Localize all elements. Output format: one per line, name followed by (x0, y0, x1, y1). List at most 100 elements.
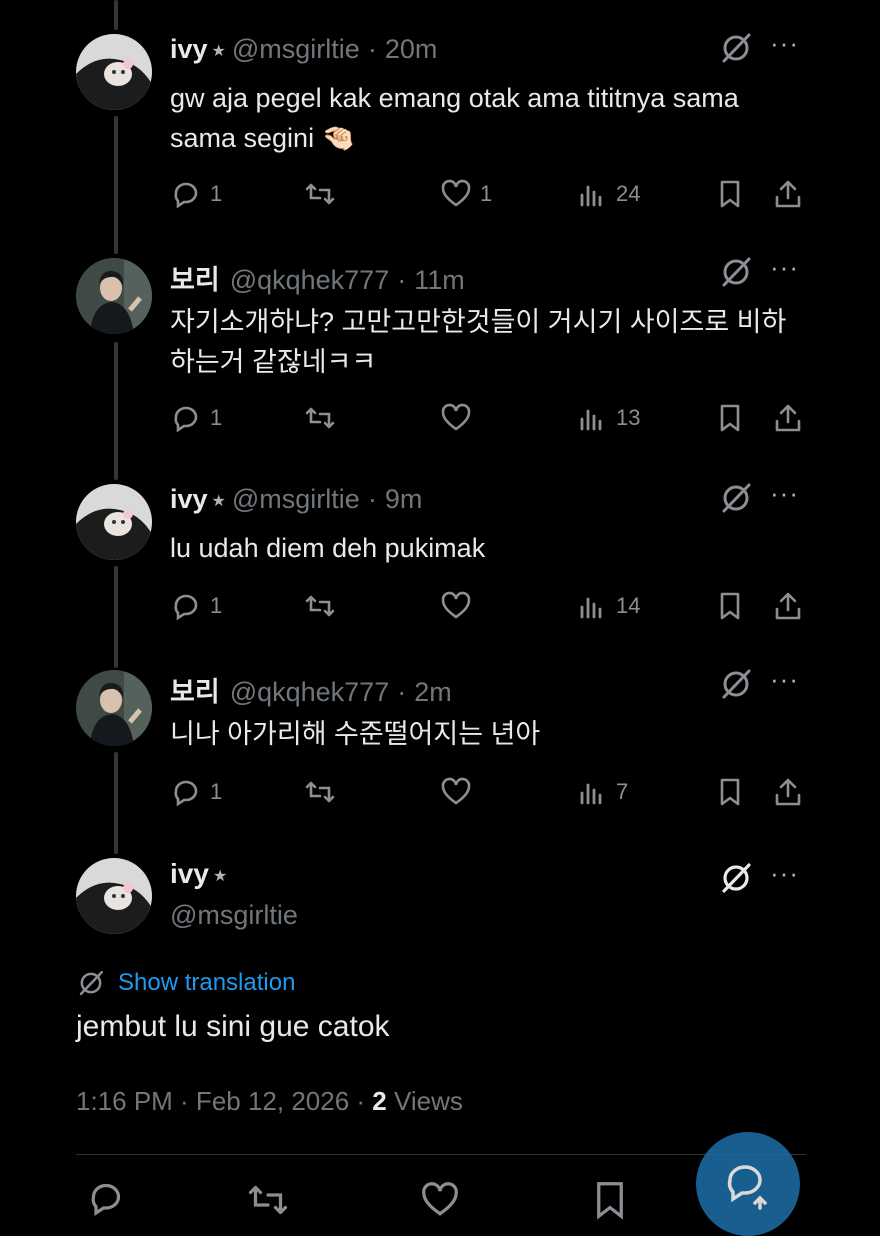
avatar[interactable] (76, 258, 152, 334)
bookmark-button[interactable] (714, 402, 746, 434)
more-icon[interactable]: ··· (770, 664, 799, 695)
retweet-icon[interactable] (248, 1180, 288, 1220)
retweet-button[interactable] (304, 590, 336, 622)
views-button[interactable]: 14 (576, 590, 640, 622)
like-button[interactable] (440, 776, 480, 808)
bookmark-icon (720, 404, 740, 432)
avatar-bori-image (76, 670, 152, 746)
star-badge-icon: ★ (212, 868, 228, 885)
author-name[interactable]: 보리 (170, 265, 220, 295)
retweet-icon (305, 781, 335, 803)
tweet-header: ivy ★ @msgirltie · 9m (170, 484, 422, 515)
bookmark-button[interactable] (714, 776, 746, 808)
retweet-button[interactable] (304, 178, 336, 210)
like-icon[interactable] (420, 1180, 460, 1220)
tweet-time[interactable]: 11m (414, 265, 465, 295)
tweet-time[interactable]: 9m (385, 484, 423, 514)
reply-count: 1 (210, 181, 223, 206)
share-icon (775, 180, 801, 208)
grok-icon[interactable] (718, 666, 754, 702)
views-label: Views (386, 1086, 463, 1116)
main-author-handle[interactable]: @msgirltie (170, 900, 298, 931)
views-button[interactable]: 13 (576, 402, 640, 434)
share-button[interactable] (772, 590, 804, 622)
separator-dot: · (367, 34, 377, 64)
reply-tweet[interactable]: 보리 @qkqhek777 · 11m ··· 자기소개하냐? 고만고만한것들이 거시기 … (0, 252, 880, 458)
show-translation-link[interactable]: Show translation (76, 968, 295, 998)
more-icon[interactable]: ··· (770, 28, 799, 59)
like-button[interactable] (440, 402, 480, 434)
divider (76, 1154, 806, 1155)
main-author-name[interactable]: ivy ★ (170, 858, 233, 890)
author-handle[interactable]: @qkqhek777 (230, 677, 390, 707)
like-button[interactable] (440, 590, 480, 622)
separator-dot: · (367, 484, 377, 514)
like-icon (441, 777, 471, 805)
grok-icon (79, 970, 104, 996)
views-count: 7 (616, 779, 629, 804)
bookmark-icon (720, 180, 740, 208)
thread-line-top (114, 0, 118, 30)
reply-button[interactable]: 1 (170, 590, 222, 622)
separator-dot: · (397, 265, 407, 295)
views-icon (580, 597, 602, 619)
views-icon (580, 409, 602, 431)
avatar[interactable] (76, 34, 152, 110)
bookmark-button[interactable] (714, 178, 746, 210)
share-button[interactable] (772, 402, 804, 434)
grok-icon[interactable] (718, 480, 754, 516)
views-button[interactable]: 24 (576, 178, 640, 210)
author-handle[interactable]: @msgirltie (232, 484, 360, 514)
tweet-actions: 1 1 24 (0, 178, 880, 218)
bookmark-icon (720, 592, 740, 620)
separator-dot: · (397, 677, 407, 707)
tweet-actions: 1 13 (0, 402, 880, 442)
grok-icon[interactable] (718, 860, 754, 896)
views-count: 24 (616, 181, 641, 206)
bookmark-icon[interactable] (590, 1180, 630, 1220)
reply-tweet[interactable]: 보리 @qkqhek777 · 2m ··· 니나 아가리해 수준떨어지는 년아 1 7 (0, 664, 880, 870)
reply-button[interactable]: 1 (170, 402, 222, 434)
share-icon (775, 592, 801, 620)
grok-icon[interactable] (718, 30, 754, 66)
tweet-time[interactable]: 20m (385, 34, 438, 64)
tweet-actions: 17 (0, 776, 880, 816)
compose-reply-icon (727, 1165, 767, 1210)
bookmark-button[interactable] (714, 590, 746, 622)
compose-reply-button[interactable] (696, 1132, 800, 1236)
reply-icon (174, 594, 198, 621)
share-button[interactable] (772, 178, 804, 210)
like-button[interactable]: 1 (440, 178, 492, 210)
reply-button[interactable]: 1 (170, 178, 222, 210)
author-name[interactable]: 보리 (170, 677, 220, 707)
like-icon (441, 179, 471, 207)
more-icon[interactable]: ··· (770, 478, 799, 509)
show-translation-label: Show translation (118, 969, 296, 996)
retweet-button[interactable] (304, 776, 336, 808)
avatar[interactable] (76, 670, 152, 746)
author-handle[interactable]: @qkqhek777 (230, 265, 390, 295)
tweet-time[interactable]: 2m (414, 677, 452, 707)
views-count: 14 (616, 593, 641, 618)
reply-count: 1 (210, 405, 223, 430)
tweet-text: 자기소개하냐? 고만고만한것들이 거시기 사이즈로 비하 하는거 같잖네ㅋㅋ (170, 307, 787, 377)
tweet-timestamp[interactable]: 1:16 PM · Feb 12, 2026 · (76, 1086, 372, 1116)
reply-button[interactable]: 1 (170, 776, 222, 808)
reply-tweet[interactable]: ivy ★ @msgirltie · 9m ··· lu udah diem deh puk… (0, 478, 880, 684)
views-button[interactable]: 7 (576, 776, 628, 808)
share-button[interactable] (772, 776, 804, 808)
reply-icon[interactable] (86, 1178, 126, 1218)
more-icon[interactable]: ··· (770, 252, 799, 283)
author-name[interactable]: ivy (170, 484, 208, 514)
grok-icon[interactable] (718, 254, 754, 290)
retweet-button[interactable] (304, 402, 336, 434)
avatar[interactable] (76, 858, 152, 934)
author-name[interactable]: ivy (170, 34, 208, 64)
reply-tweet[interactable]: ivy ★ @msgirltie · 20m ··· gw aja pegel kak em… (0, 28, 880, 234)
author-handle[interactable]: @msgirltie (232, 34, 360, 64)
avatar[interactable] (76, 484, 152, 560)
reply-count: 1 (210, 779, 223, 804)
reply-icon (174, 182, 198, 209)
bookmark-icon (720, 778, 740, 806)
more-icon[interactable]: ··· (770, 858, 799, 889)
